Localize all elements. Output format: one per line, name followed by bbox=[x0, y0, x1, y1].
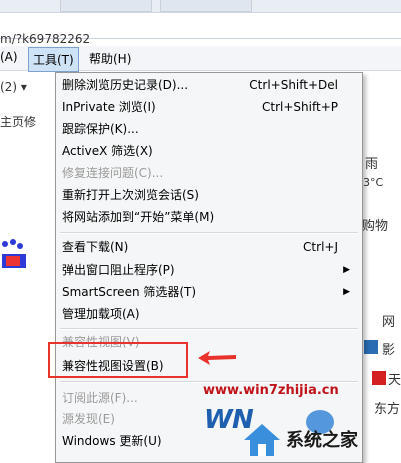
video-icon bbox=[364, 340, 378, 354]
menu-item-label: ActiveX 筛选(X) bbox=[62, 144, 153, 158]
watermark-url: www.win7zhijia.cn bbox=[203, 383, 339, 398]
menu-item-label: 弹出窗口阻止程序(P) bbox=[62, 263, 175, 277]
menu-tools[interactable]: 工具(T) bbox=[28, 47, 79, 72]
bg-fragment: 主页修 bbox=[0, 115, 37, 129]
menu-item-reopen-session[interactable]: 重新打开上次浏览会话(S) bbox=[62, 185, 199, 205]
menu-item-view-downloads[interactable]: 查看下载(N) Ctrl+J bbox=[62, 237, 356, 257]
menu-item-popup-blocker[interactable]: 弹出窗口阻止程序(P) ▶ bbox=[62, 260, 356, 280]
svg-text:W: W bbox=[204, 405, 234, 435]
address-bar[interactable]: m/?k69782262 bbox=[0, 14, 401, 46]
watermark-brand: 系统之家 bbox=[236, 420, 401, 460]
menu-item-smartscreen[interactable]: SmartScreen 筛选器(T) ▶ bbox=[62, 282, 356, 302]
weather-text: 雨 bbox=[365, 157, 379, 172]
menu-item-subscribe-feed: 订阅此源(F)... bbox=[62, 388, 138, 408]
menu-item-label: SmartScreen 筛选器(T) bbox=[62, 285, 197, 299]
annotation-arrow-icon bbox=[198, 351, 236, 365]
menu-item-label: 删除浏览历史记录(D)... bbox=[62, 78, 189, 92]
menu-item-inprivate[interactable]: InPrivate 浏览(I) Ctrl+Shift+P bbox=[62, 97, 356, 117]
submenu-arrow-icon: ▶ bbox=[343, 287, 350, 297]
menu-item-label: 订阅此源(F)... bbox=[62, 391, 138, 405]
menu-item-label: 修复连接问题(C)... bbox=[62, 166, 164, 180]
menu-item-label: 跟踪保护(K)... bbox=[62, 122, 139, 136]
menu-item-label: Windows 更新(U) bbox=[62, 434, 162, 448]
menu-item-activex-filter[interactable]: ActiveX 筛选(X) bbox=[62, 141, 153, 161]
menu-item-label: 查看下载(N) bbox=[62, 240, 129, 254]
menu-item-feed-discovery: 源发现(E) bbox=[62, 409, 115, 429]
menu-item-label: 源发现(E) bbox=[62, 412, 115, 426]
tab-strip bbox=[0, 0, 401, 13]
temperature-text: 3°C bbox=[363, 176, 384, 189]
address-text: m/?k69782262 bbox=[0, 32, 91, 46]
menu-item-label: 将网站添加到“开始”菜单(M) bbox=[62, 210, 215, 224]
menu-item-label: InPrivate 浏览(I) bbox=[62, 100, 156, 114]
menu-separator bbox=[60, 328, 358, 330]
sky-link[interactable]: 天 bbox=[388, 369, 401, 388]
menu-separator bbox=[60, 232, 358, 234]
highlight-box bbox=[48, 342, 188, 378]
menu-item-label: 重新打开上次浏览会话(S) bbox=[62, 188, 199, 202]
net-link[interactable]: 网 bbox=[382, 311, 395, 330]
menu-item-add-to-start[interactable]: 将网站添加到“开始”菜单(M) bbox=[62, 207, 214, 227]
tab-ghost[interactable] bbox=[60, 0, 152, 12]
video-link[interactable]: 影 bbox=[382, 339, 395, 358]
menu-item-delete-history[interactable]: 删除浏览历史记录(D)... Ctrl+Shift+Del bbox=[62, 75, 356, 95]
menu-item-shortcut: Ctrl+Shift+Del bbox=[249, 78, 338, 92]
menu-item-tracking-protection[interactable]: 跟踪保护(K)... bbox=[62, 119, 139, 139]
house-logo-icon bbox=[244, 424, 280, 456]
watermark-brand-text: 系统之家 bbox=[286, 430, 358, 451]
menu-item-label: 管理加载项(A) bbox=[62, 307, 140, 321]
menu-bar: (A) 工具(T) 帮助(H) bbox=[0, 46, 401, 72]
menu-item-shortcut: Ctrl+Shift+P bbox=[262, 100, 338, 114]
submenu-arrow-icon: ▶ bbox=[343, 265, 350, 275]
tmall-icon bbox=[372, 371, 386, 385]
shopping-link[interactable]: 购物 bbox=[362, 215, 388, 234]
tab-ghost[interactable] bbox=[160, 0, 252, 12]
bg-fragment: (2) ▾ bbox=[0, 80, 27, 94]
menu-edit[interactable]: (A) bbox=[0, 50, 18, 64]
menu-help[interactable]: 帮助(H) bbox=[89, 50, 131, 67]
baidu-logo-icon bbox=[2, 239, 26, 268]
menu-item-windows-update[interactable]: Windows 更新(U) bbox=[62, 431, 162, 451]
menu-item-manage-addons[interactable]: 管理加载项(A) bbox=[62, 304, 140, 324]
menu-item-fix-connection: 修复连接问题(C)... bbox=[62, 163, 163, 183]
east-link[interactable]: 东方 bbox=[374, 398, 400, 417]
menu-item-shortcut: Ctrl+J bbox=[303, 240, 338, 254]
